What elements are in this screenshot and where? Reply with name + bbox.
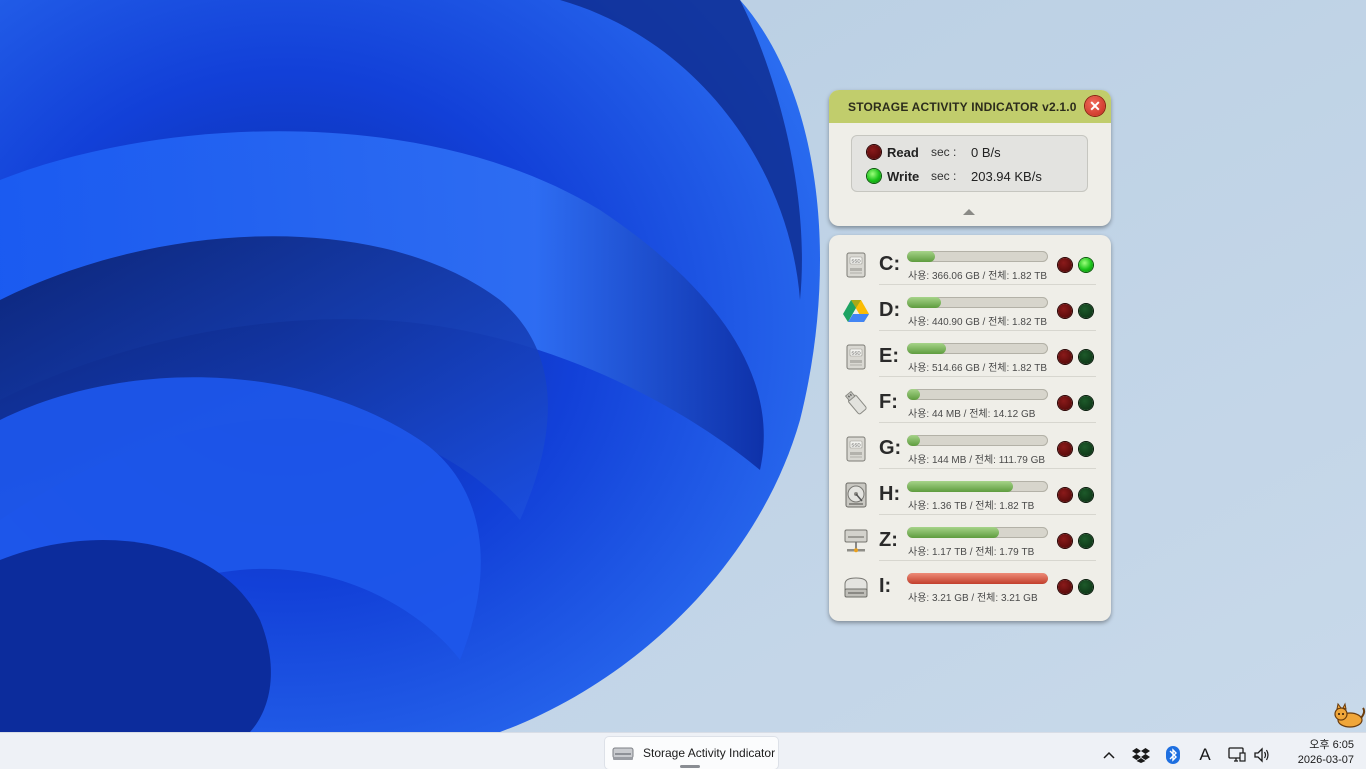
read-led-icon xyxy=(1058,580,1072,594)
drive-row-c[interactable]: SSD C: 사용: 366.06 GB / 전체: 1.82 TB xyxy=(829,239,1111,285)
read-led-icon xyxy=(1058,350,1072,364)
network-drive-icon xyxy=(841,526,871,556)
ssd-icon: SSD xyxy=(841,434,871,464)
ssd-icon: SSD xyxy=(841,250,871,280)
drive-usage-text: 사용: 366.06 GB / 전체: 1.82 TB xyxy=(908,271,1048,282)
title-bar[interactable]: STORAGE ACTIVITY INDICATOR v2.1.0 ✕ xyxy=(829,90,1111,123)
usage-bar-fill xyxy=(907,573,1048,584)
write-led-icon xyxy=(1079,534,1093,548)
dropbox-icon[interactable] xyxy=(1130,744,1152,766)
write-led-icon xyxy=(1079,488,1093,502)
network-icon[interactable] xyxy=(1226,744,1248,766)
clock-date: 2026-03-07 xyxy=(1297,754,1354,766)
usage-bar-fill xyxy=(907,527,999,538)
drive-row-h[interactable]: H: 사용: 1.36 TB / 전체: 1.82 TB xyxy=(829,469,1111,515)
usage-bar xyxy=(907,389,1048,400)
clock[interactable]: 오후 6:05 2026-03-07 xyxy=(1280,738,1354,768)
bluetooth-icon[interactable] xyxy=(1163,744,1183,766)
write-value: 203.94 KB/s xyxy=(971,168,1042,184)
ime-indicator[interactable]: A xyxy=(1195,744,1215,766)
usage-bar-fill xyxy=(907,343,947,354)
read-label: Read xyxy=(887,144,919,160)
write-led-icon xyxy=(1079,304,1093,318)
write-led-icon xyxy=(1079,258,1093,272)
drive-letter: E: xyxy=(879,345,899,367)
read-led-icon xyxy=(867,145,881,159)
drive-letter: I: xyxy=(879,575,892,597)
read-value: 0 B/s xyxy=(971,144,1001,160)
svg-text:SSD: SSD xyxy=(851,258,861,263)
close-button[interactable]: ✕ xyxy=(1085,96,1105,116)
write-led-icon xyxy=(1079,580,1093,594)
optical-drive-icon xyxy=(841,572,871,602)
optical-drive-icon xyxy=(612,747,634,760)
mascot-pet-icon xyxy=(1334,702,1366,728)
drive-row-f[interactable]: F: 사용: 44 MB / 전체: 14.12 GB xyxy=(829,377,1111,423)
clock-time: 오후 6:05 xyxy=(1309,739,1354,751)
google-drive-icon xyxy=(841,296,871,326)
usage-bar-fill xyxy=(907,389,920,400)
write-led-icon xyxy=(867,169,881,183)
collapse-arrow-icon[interactable] xyxy=(963,209,975,215)
drive-usage-text: 사용: 44 MB / 전체: 14.12 GB xyxy=(908,409,1036,420)
drive-row-z[interactable]: Z: 사용: 1.17 TB / 전체: 1.79 TB xyxy=(829,515,1111,561)
drive-usage-text: 사용: 144 MB / 전체: 111.79 GB xyxy=(908,455,1046,466)
drive-usage-text: 사용: 514.66 GB / 전체: 1.82 TB xyxy=(908,363,1048,374)
volume-icon[interactable] xyxy=(1252,744,1272,766)
drive-row-i[interactable]: I: 사용: 3.21 GB / 전체: 3.21 GB xyxy=(829,561,1111,607)
write-led-icon xyxy=(1079,396,1093,410)
read-led-icon xyxy=(1058,258,1072,272)
drive-letter: Z: xyxy=(879,529,898,551)
drive-letter: F: xyxy=(879,391,898,413)
usage-bar-fill xyxy=(907,435,920,446)
hard-disk-icon xyxy=(841,480,871,510)
usage-bar xyxy=(907,297,1048,308)
usage-bar-fill xyxy=(907,297,941,308)
usage-bar xyxy=(907,435,1048,446)
drive-row-e[interactable]: SSD E: 사용: 514.66 GB / 전체: 1.82 TB xyxy=(829,331,1111,377)
drive-usage-text: 사용: 1.17 TB / 전체: 1.79 TB xyxy=(908,547,1035,558)
drive-usage-text: 사용: 3.21 GB / 전체: 3.21 GB xyxy=(908,593,1038,604)
write-row: Write sec : 203.94 KB/s xyxy=(867,166,1042,186)
usb-drive-icon xyxy=(841,388,871,418)
svg-text:SSD: SSD xyxy=(851,350,861,355)
taskbar: Storage Activity Indicator xyxy=(0,732,1366,769)
read-led-icon xyxy=(1058,442,1072,456)
usage-bar xyxy=(907,251,1048,262)
usage-bar xyxy=(907,481,1048,492)
drive-row-g[interactable]: SSD G: 사용: 144 MB / 전체: 111.79 GB xyxy=(829,423,1111,469)
usage-bar xyxy=(907,573,1048,584)
desktop-wallpaper xyxy=(0,0,1366,732)
read-sec-label: sec : xyxy=(931,145,957,159)
drive-letter: C: xyxy=(879,253,901,275)
read-led-icon xyxy=(1058,304,1072,318)
read-led-icon xyxy=(1058,534,1072,548)
activity-panel: STORAGE ACTIVITY INDICATOR v2.1.0 ✕ Read… xyxy=(829,90,1111,226)
drive-letter: G: xyxy=(879,437,902,459)
svg-text:SSD: SSD xyxy=(851,442,861,447)
io-status-box: Read sec : 0 B/s Write sec : 203.94 KB/s xyxy=(851,135,1088,192)
usage-bar xyxy=(907,343,1048,354)
usage-bar-fill xyxy=(907,251,936,262)
drive-usage-text: 사용: 440.90 GB / 전체: 1.82 TB xyxy=(908,317,1048,328)
write-led-icon xyxy=(1079,350,1093,364)
taskbar-app-label: Storage Activity Indicator xyxy=(643,746,776,760)
usage-bar xyxy=(907,527,1048,538)
drive-letter: D: xyxy=(879,299,901,321)
drives-panel: SSD C: 사용: 366.06 GB / 전체: 1.82 TB D: 사용: 44… xyxy=(829,235,1111,621)
app-title: STORAGE ACTIVITY INDICATOR v2.1.0 xyxy=(848,99,1077,114)
write-sec-label: sec : xyxy=(931,169,957,183)
read-led-icon xyxy=(1058,488,1072,502)
tray-overflow-chevron-icon[interactable] xyxy=(1100,744,1118,766)
ssd-icon: SSD xyxy=(841,342,871,372)
read-led-icon xyxy=(1058,396,1072,410)
write-led-icon xyxy=(1079,442,1093,456)
write-label: Write xyxy=(887,168,920,184)
drive-letter: H: xyxy=(879,483,901,505)
usage-bar-fill xyxy=(907,481,1013,492)
drive-usage-text: 사용: 1.36 TB / 전체: 1.82 TB xyxy=(908,501,1035,512)
drive-row-d[interactable]: D: 사용: 440.90 GB / 전체: 1.82 TB xyxy=(829,285,1111,331)
read-row: Read sec : 0 B/s xyxy=(867,142,1001,162)
